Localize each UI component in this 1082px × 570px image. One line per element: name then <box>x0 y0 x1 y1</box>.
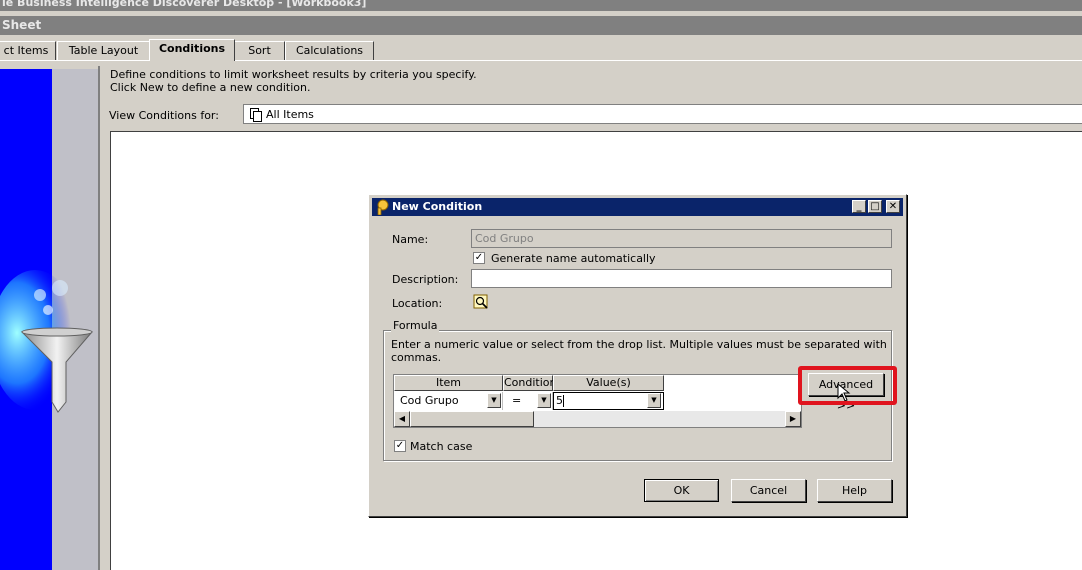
cancel-button[interactable]: Cancel <box>731 479 806 502</box>
ok-button[interactable]: OK <box>644 479 719 502</box>
close-button[interactable]: ✕ <box>886 200 900 213</box>
scroll-right-icon[interactable]: ▶ <box>785 411 801 427</box>
grid-cell-item[interactable]: Cod Grupo ▼ <box>394 392 503 410</box>
tab-table-layout[interactable]: Table Layout <box>57 41 150 60</box>
worksheet-title-bar: Sheet <box>0 16 1082 35</box>
tab-select-items[interactable]: ct Items <box>0 41 56 60</box>
location-browse-icon[interactable] <box>472 293 490 311</box>
formula-legend: Formula <box>391 319 440 332</box>
match-case-label: Match case <box>410 440 473 453</box>
name-label: Name: <box>392 233 429 246</box>
item-dropdown-arrow-icon[interactable]: ▼ <box>487 393 501 408</box>
dialog-title-bar: New Condition _ □ ✕ <box>372 198 903 216</box>
name-field-value: Cod Grupo <box>475 232 534 245</box>
grid-cell-condition[interactable]: = ▼ <box>503 392 553 410</box>
values-dropdown-arrow-icon[interactable]: ▼ <box>647 393 661 408</box>
grid-header-condition[interactable]: Condition <box>503 375 557 391</box>
view-conditions-dropdown[interactable]: All Items <box>243 104 1082 124</box>
match-case-checkbox[interactable]: ✓ <box>394 440 406 452</box>
grid-cell-values[interactable]: 5 ▼ <box>553 392 664 410</box>
dialog-title: New Condition <box>392 200 483 213</box>
text-cursor <box>563 395 564 407</box>
grid-header-values[interactable]: Value(s) <box>553 375 664 391</box>
condition-dropdown-arrow-icon[interactable]: ▼ <box>537 393 551 408</box>
funnel-icon <box>0 270 94 413</box>
description-field[interactable] <box>471 269 892 288</box>
scroll-thumb[interactable] <box>410 411 534 427</box>
app-title: le Business Intelligence Discoverer Desk… <box>2 0 367 9</box>
view-conditions-value: All Items <box>266 108 314 121</box>
formula-hint: Enter a numeric value or select from the… <box>391 338 887 364</box>
generate-name-label: Generate name automatically <box>491 252 656 265</box>
new-condition-dialog: New Condition _ □ ✕ Name: Cod Grupo ✓ Ge… <box>368 194 907 517</box>
minimize-button[interactable]: _ <box>852 200 866 213</box>
tab-sort[interactable]: Sort <box>234 41 285 60</box>
advanced-button-highlight <box>798 366 897 405</box>
view-conditions-label: View Conditions for: <box>109 109 219 122</box>
worksheet-title: Sheet <box>2 18 42 32</box>
grid-condition-value: = <box>512 394 522 407</box>
maximize-button[interactable]: □ <box>868 200 882 213</box>
grid-item-value: Cod Grupo <box>400 394 459 407</box>
generate-name-checkbox[interactable]: ✓ <box>473 252 485 264</box>
location-label: Location: <box>392 297 443 310</box>
grid-header-item[interactable]: Item <box>394 375 503 391</box>
help-button[interactable]: Help <box>817 479 892 502</box>
condition-key-icon <box>377 199 389 215</box>
grid-horizontal-scrollbar[interactable]: ◀ ▶ <box>394 411 801 427</box>
tab-calculations[interactable]: Calculations <box>285 41 374 60</box>
document-icon-back <box>253 111 262 122</box>
condition-grid: Item Condition Value(s) Cod Grupo ▼ = ▼ … <box>393 374 802 428</box>
app-title-bar: le Business Intelligence Discoverer Desk… <box>0 0 1082 11</box>
description-label: Description: <box>392 273 459 286</box>
panel-separator <box>98 66 100 570</box>
conditions-description: Define conditions to limit worksheet res… <box>110 68 477 94</box>
name-field[interactable]: Cod Grupo <box>471 229 892 248</box>
scroll-left-icon[interactable]: ◀ <box>394 411 410 427</box>
tab-conditions[interactable]: Conditions <box>149 39 235 61</box>
grid-values-value: 5 <box>556 394 563 407</box>
